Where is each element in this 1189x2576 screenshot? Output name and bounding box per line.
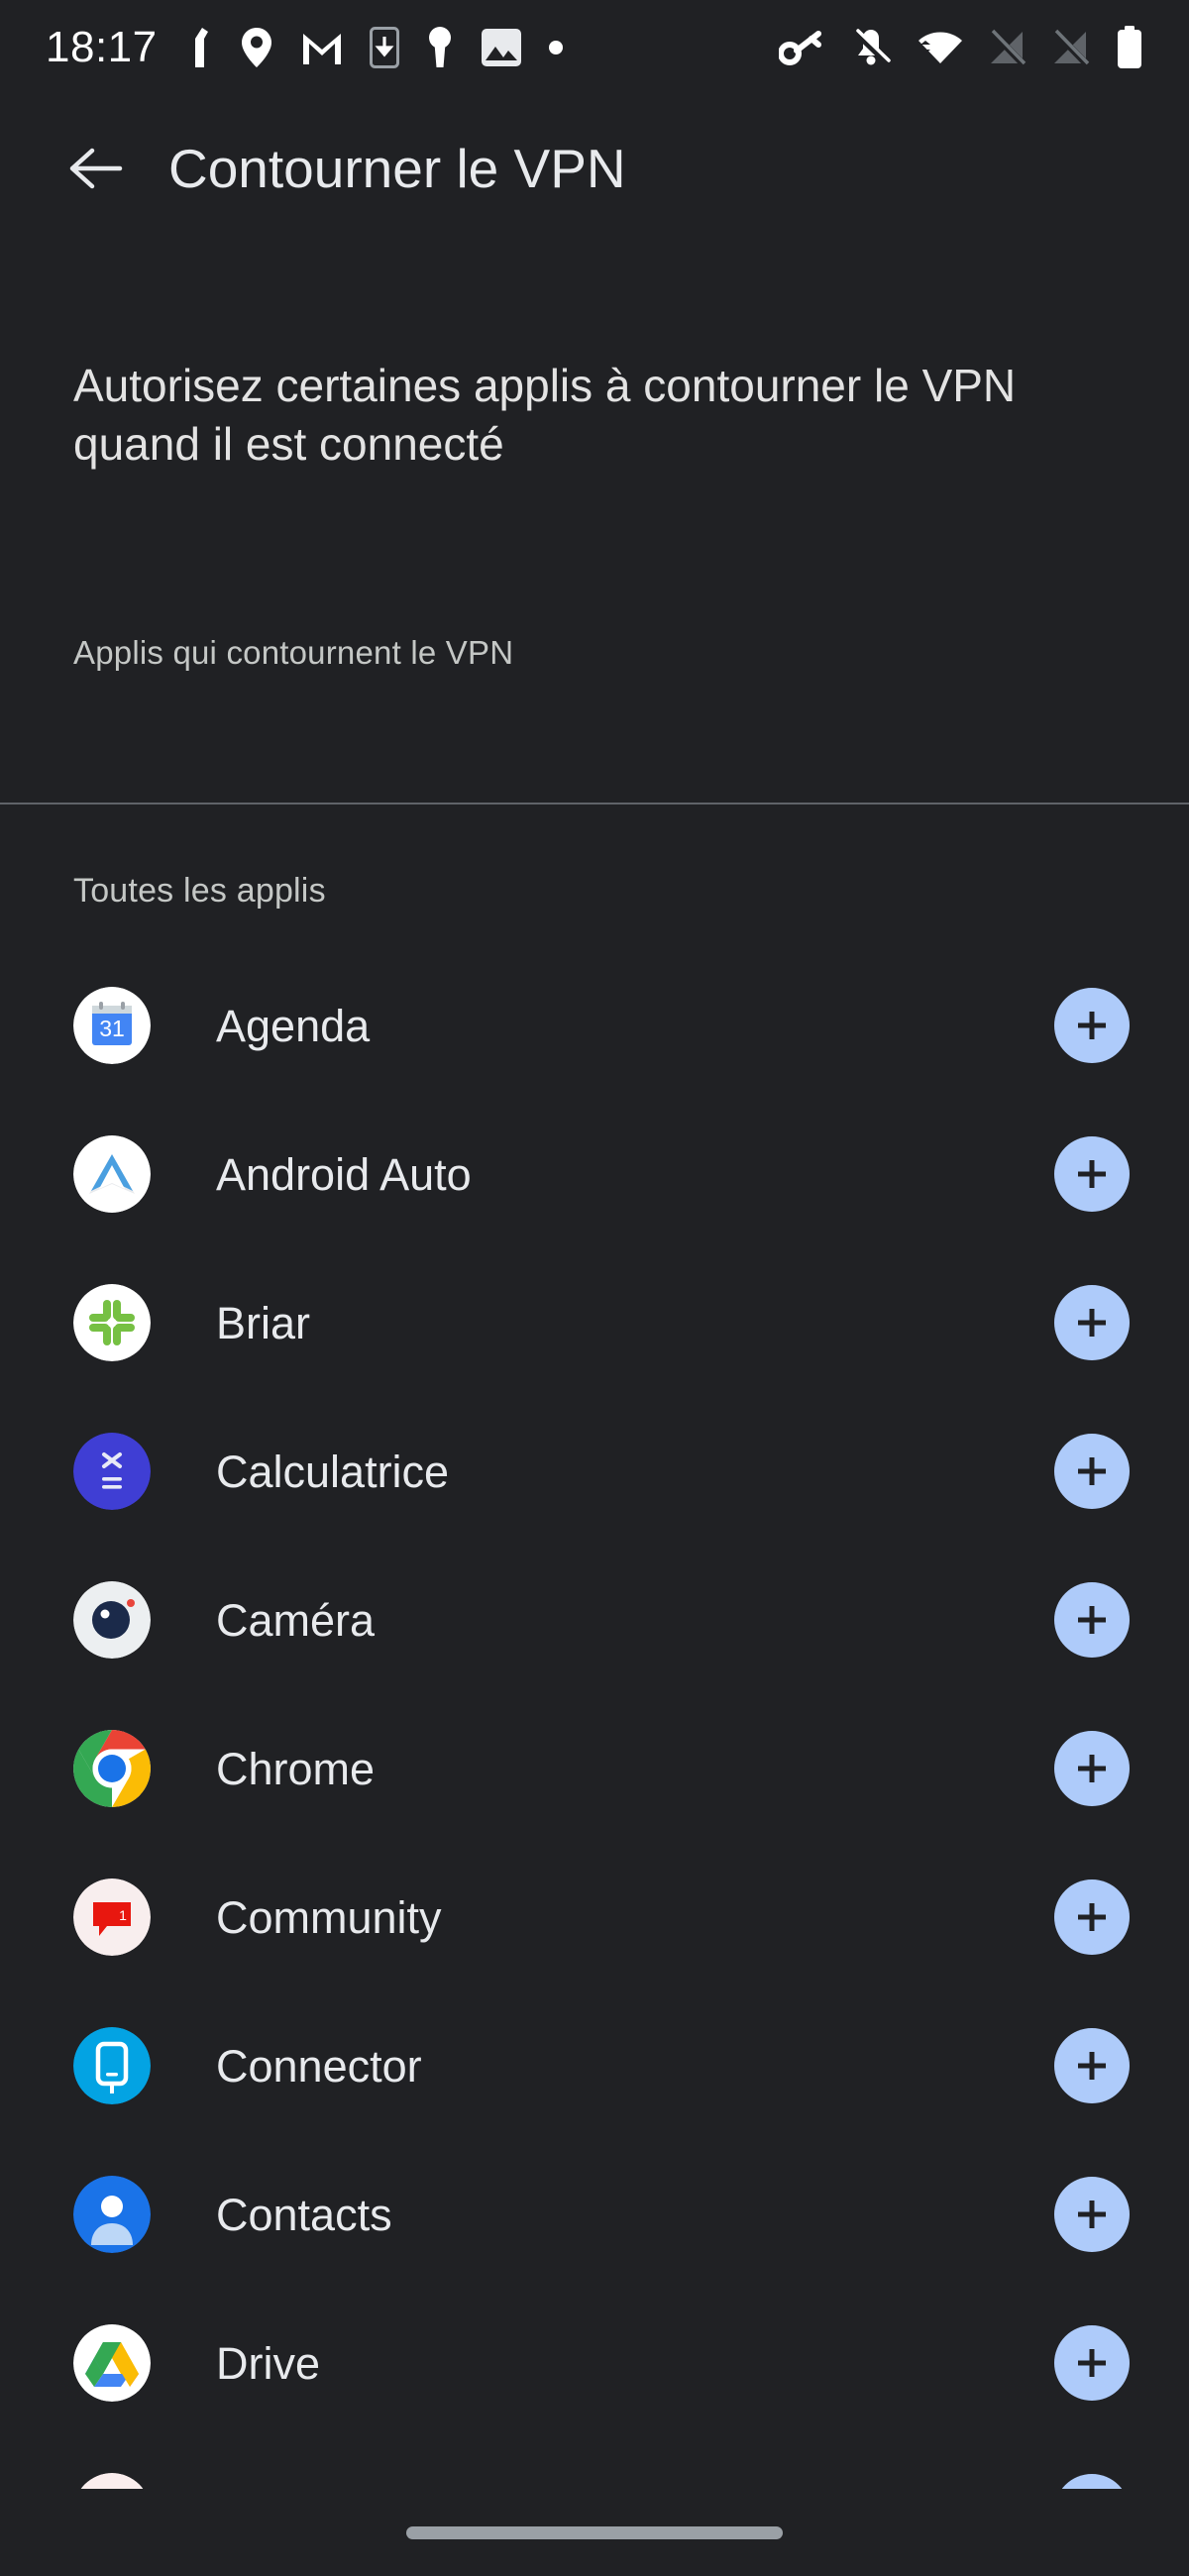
google-drive-icon (73, 2324, 151, 2402)
fitness-steps-icon (194, 27, 208, 67)
list-item[interactable]: Contacts (0, 2140, 1189, 2289)
community-icon: 1 (73, 1878, 151, 1956)
section-divider (0, 803, 1189, 805)
calculator-icon (73, 1433, 151, 1510)
connector-icon (73, 2027, 151, 2104)
list-item[interactable]: Caméra (0, 1546, 1189, 1694)
phone-screen: 18:17 Contourner le VPN Autorisez certai… (0, 0, 1189, 2576)
add-app-button[interactable] (1054, 1285, 1130, 1360)
battery-full-icon (1118, 25, 1141, 68)
back-button[interactable] (54, 126, 139, 211)
all-apps-list: 31 Agenda Android Auto Briar Calculatric… (0, 951, 1189, 2576)
briar-icon (73, 1284, 151, 1361)
google-calendar-icon: 31 (73, 987, 151, 1064)
app-name: Contacts (216, 2189, 392, 2240)
svg-text:31: 31 (99, 1016, 125, 1041)
add-app-button[interactable] (1054, 988, 1130, 1063)
notifications-muted-icon (852, 28, 891, 65)
keyhole-icon (428, 26, 451, 67)
android-auto-icon (73, 1135, 151, 1213)
download-to-phone-icon (369, 26, 399, 68)
list-item[interactable]: Drive (0, 2289, 1189, 2437)
bypass-apps-section-header: Applis qui contournent le VPN (73, 634, 514, 671)
gesture-handle[interactable] (406, 2525, 783, 2539)
add-app-button[interactable] (1054, 2325, 1130, 2401)
list-item[interactable]: Chrome (0, 1694, 1189, 1843)
list-item[interactable]: Connector (0, 1991, 1189, 2140)
status-bar-left: 18:17 (46, 22, 564, 71)
add-app-button[interactable] (1054, 1582, 1130, 1658)
app-name: Briar (216, 1297, 311, 1348)
add-app-button[interactable] (1054, 1731, 1130, 1806)
arrow-left-icon (69, 148, 123, 189)
chrome-icon (73, 1730, 151, 1807)
status-clock: 18:17 (46, 22, 158, 71)
location-pin-icon (241, 27, 271, 67)
add-app-button[interactable] (1054, 2028, 1130, 2103)
add-app-button[interactable] (1054, 1434, 1130, 1509)
wifi-icon (919, 32, 962, 63)
app-name: Android Auto (216, 1148, 472, 1200)
app-name: Calculatrice (216, 1446, 450, 1497)
app-name: Drive (216, 2337, 321, 2389)
gmail-icon (302, 33, 341, 64)
description-text: Autorisez certaines applis à contourner … (73, 360, 1017, 470)
app-name: Connector (216, 2040, 422, 2092)
all-apps-section-header: Toutes les applis (73, 872, 326, 910)
photos-image-icon (481, 28, 521, 66)
app-name: Community (216, 1891, 442, 1943)
app-name: Chrome (216, 1743, 376, 1794)
list-item[interactable]: 31 Agenda (0, 951, 1189, 1100)
status-bar: 18:17 (0, 0, 1189, 94)
mobile-signal-off-icon-2 (1052, 29, 1090, 66)
list-item[interactable]: Calculatrice (0, 1397, 1189, 1546)
navigation-bar (0, 2489, 1189, 2576)
app-bar: Contourner le VPN (0, 94, 1189, 243)
app-name: Caméra (216, 1594, 376, 1646)
add-app-button[interactable] (1054, 1879, 1130, 1955)
mobile-signal-off-icon-1 (989, 29, 1027, 66)
svg-text:1: 1 (119, 1907, 127, 1923)
app-name: Agenda (216, 1000, 371, 1051)
camera-icon (73, 1581, 151, 1659)
list-item[interactable]: Briar (0, 1248, 1189, 1397)
add-app-button[interactable] (1054, 2177, 1130, 2252)
vpn-key-icon (779, 30, 821, 65)
page-title: Contourner le VPN (168, 137, 626, 199)
add-app-button[interactable] (1054, 1136, 1130, 1212)
status-bar-right (779, 25, 1143, 69)
description-block: Autorisez certaines applis à contourner … (0, 357, 1189, 474)
more-notifications-dot-icon (548, 40, 563, 54)
list-item[interactable]: Android Auto (0, 1100, 1189, 1248)
list-item[interactable]: 1 Community (0, 1843, 1189, 1991)
contacts-icon (73, 2176, 151, 2253)
